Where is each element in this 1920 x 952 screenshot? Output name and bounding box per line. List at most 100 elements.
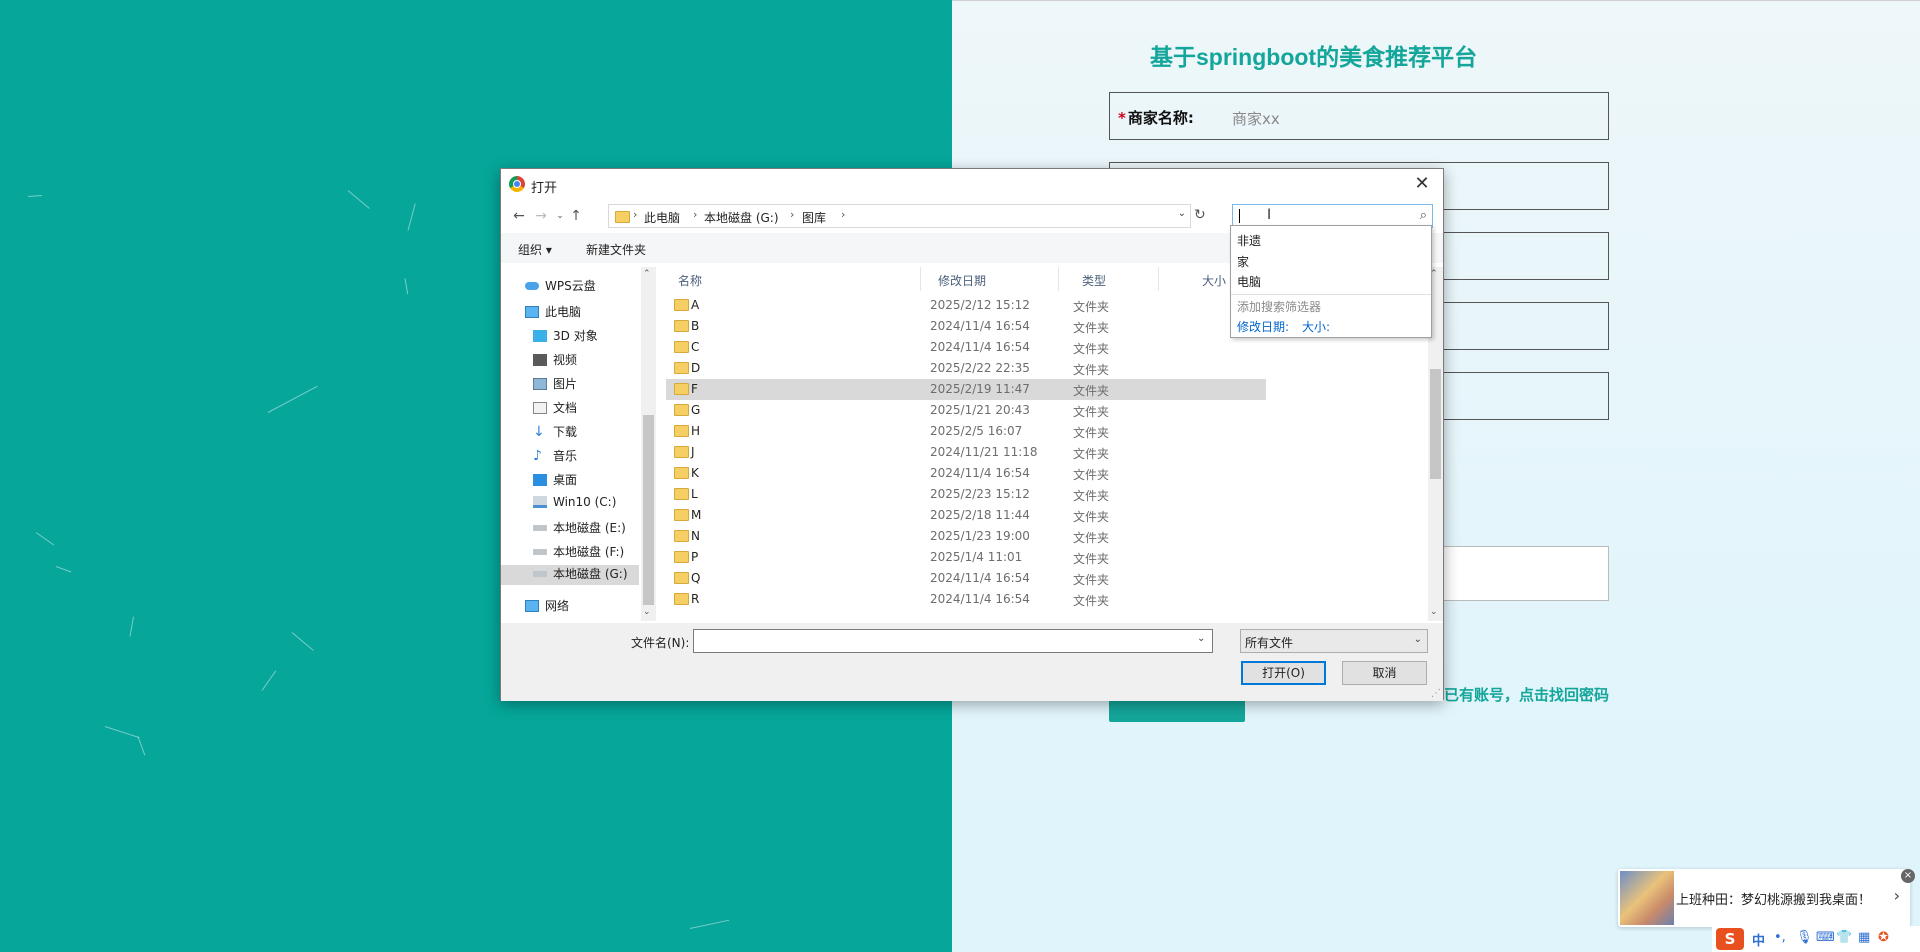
new-folder-button[interactable]: 新建文件夹 <box>586 241 646 258</box>
sogou-logo-icon[interactable]: S <box>1716 928 1744 950</box>
table-row[interactable]: A 2025/2/12 15:12 文件夹 <box>666 295 1266 316</box>
picture-icon <box>533 378 547 390</box>
back-arrow-icon[interactable]: ← <box>510 207 528 225</box>
suggestion-item[interactable]: 家 <box>1237 253 1249 270</box>
column-divider[interactable] <box>1058 267 1059 291</box>
address-bar[interactable]: › 此电脑 › 本地磁盘 (G:) › 图库 › ⌄ <box>608 204 1191 228</box>
nav-item-network[interactable]: 网络 <box>525 597 569 617</box>
table-row[interactable]: M 2025/2/18 11:44 文件夹 <box>666 505 1266 526</box>
open-button[interactable]: 打开(O) <box>1241 661 1326 685</box>
suggestion-item[interactable]: 电脑 <box>1237 273 1261 290</box>
chevron-right-icon[interactable]: › <box>841 208 845 221</box>
table-row[interactable]: K 2024/11/4 16:54 文件夹 <box>666 463 1266 484</box>
file-name: M <box>691 508 702 522</box>
chevron-down-icon[interactable]: ⌄ <box>643 607 651 617</box>
nav-item-drive-f[interactable]: 本地磁盘 (F:) <box>533 543 624 563</box>
table-row[interactable]: D 2025/2/22 22:35 文件夹 <box>666 358 1266 379</box>
search-icon[interactable]: ⌕ <box>1420 208 1427 223</box>
nav-item-3d-objects[interactable]: 3D 对象 <box>533 327 598 347</box>
table-row[interactable]: F 2025/2/19 11:47 文件夹 <box>666 379 1266 400</box>
ime-language-toggle[interactable]: 中 <box>1752 930 1765 949</box>
file-name: F <box>691 382 698 396</box>
ime-toolbar: S 中 •, 🎙 ⌨ 👕 ▦ ✪ <box>1712 926 1920 952</box>
table-row[interactable]: P 2025/1/4 11:01 文件夹 <box>666 547 1266 568</box>
breadcrumb-this-pc[interactable]: 此电脑 <box>644 209 680 226</box>
merchant-name-value: 商家xx <box>1232 110 1280 128</box>
filter-size-link[interactable]: 大小: <box>1302 318 1330 335</box>
chevron-right-icon[interactable]: › <box>1894 886 1900 905</box>
dialog-footer: 文件名(N): ⌄ 所有文件 ⌄ 打开(O) 取消 ⋰ <box>501 623 1443 701</box>
video-icon <box>533 354 547 366</box>
nav-item-drive-e[interactable]: 本地磁盘 (E:) <box>533 519 626 539</box>
close-icon[interactable]: ✕ <box>1409 172 1435 196</box>
file-modified: 2024/11/21 11:18 <box>930 445 1038 459</box>
more-icon[interactable]: ✪ <box>1878 930 1889 945</box>
suggestion-divider <box>1231 294 1431 295</box>
punctuation-icon[interactable]: •, <box>1774 930 1786 945</box>
nav-scrollbar-thumb[interactable] <box>643 415 654 605</box>
find-password-link[interactable]: 已有账号，点击找回密码 <box>1444 684 1609 705</box>
column-modified[interactable]: 修改日期 <box>938 272 986 289</box>
chevron-down-icon[interactable]: ⌄ <box>1178 208 1186 219</box>
column-divider[interactable] <box>1158 267 1159 291</box>
table-row[interactable]: B 2024/11/4 16:54 文件夹 <box>666 316 1266 337</box>
file-type: 文件夹 <box>1073 552 1110 566</box>
organize-button[interactable]: 组织 ▾ <box>518 241 552 258</box>
merchant-name-field[interactable]: * 商家名称: 商家xx <box>1109 92 1609 140</box>
chevron-up-icon[interactable]: ⌃ <box>643 269 651 279</box>
chevron-down-icon[interactable]: ⌄ <box>1430 607 1438 617</box>
notification-toast[interactable]: 上班种田：梦幻桃源搬到我桌面！ › <box>1618 869 1910 927</box>
column-divider[interactable] <box>920 267 921 291</box>
table-row[interactable]: H 2025/2/5 16:07 文件夹 <box>666 421 1266 442</box>
up-arrow-icon[interactable]: ↑ <box>567 207 585 225</box>
decorative-streak <box>261 670 277 691</box>
nav-item-documents[interactable]: 文档 <box>533 399 577 419</box>
nav-item-desktop[interactable]: 桌面 <box>533 471 577 491</box>
merchant-name-label: * 商家名称: <box>1118 107 1194 128</box>
table-row[interactable]: G 2025/1/21 20:43 文件夹 <box>666 400 1266 421</box>
skin-icon[interactable]: 👕 <box>1836 930 1852 945</box>
table-row[interactable]: N 2025/1/23 19:00 文件夹 <box>666 526 1266 547</box>
dialog-titlebar[interactable]: 打开 ✕ <box>501 169 1443 199</box>
nav-item-music[interactable]: ♪ 音乐 <box>533 447 577 467</box>
table-row[interactable]: J 2024/11/21 11:18 文件夹 <box>666 442 1266 463</box>
toolbox-icon[interactable]: ▦ <box>1858 930 1870 945</box>
nav-item-wps-cloud[interactable]: WPS云盘 <box>525 277 596 297</box>
resize-grip-icon[interactable]: ⋰ <box>1431 688 1441 699</box>
refresh-icon[interactable]: ↻ <box>1194 207 1206 223</box>
forward-arrow-icon[interactable]: → <box>532 207 550 225</box>
keyboard-icon[interactable]: ⌨ <box>1816 930 1835 945</box>
nav-item-label: 3D 对象 <box>553 329 598 343</box>
cube-icon <box>533 330 547 342</box>
filter-modified-link[interactable]: 修改日期: <box>1237 318 1289 335</box>
file-name: B <box>691 319 700 333</box>
breadcrumb-drive-g[interactable]: 本地磁盘 (G:) <box>704 209 779 226</box>
close-icon[interactable]: × <box>1901 869 1915 883</box>
cancel-button[interactable]: 取消 <box>1342 661 1427 685</box>
column-type[interactable]: 类型 <box>1082 272 1106 289</box>
nav-item-this-pc[interactable]: 此电脑 <box>525 303 581 323</box>
nav-item-pictures[interactable]: 图片 <box>533 375 577 395</box>
table-row[interactable]: R 2024/11/4 16:54 文件夹 <box>666 589 1266 610</box>
filename-input[interactable] <box>693 629 1213 653</box>
file-name: Q <box>691 571 701 585</box>
nav-item-videos[interactable]: 视频 <box>533 351 577 371</box>
nav-item-downloads[interactable]: ↓ 下载 <box>533 423 577 443</box>
file-type: 文件夹 <box>1073 426 1110 440</box>
decorative-streak <box>407 203 416 231</box>
microphone-icon[interactable]: 🎙 <box>1796 930 1813 945</box>
file-list-scrollbar-thumb[interactable] <box>1430 369 1441 479</box>
column-name[interactable]: 名称 <box>678 272 702 289</box>
table-row[interactable]: C 2024/11/4 16:54 文件夹 <box>666 337 1266 358</box>
filetype-select[interactable]: 所有文件 ⌄ <box>1240 629 1428 653</box>
suggestion-item[interactable]: 非遗 <box>1237 232 1261 249</box>
nav-item-drive-c[interactable]: Win10 (C:) <box>533 495 616 515</box>
nav-item-drive-g[interactable]: 本地磁盘 (G:) <box>501 565 639 585</box>
file-modified: 2025/2/19 11:47 <box>930 382 1030 396</box>
chevron-right-icon[interactable]: › <box>790 208 794 221</box>
table-row[interactable]: Q 2024/11/4 16:54 文件夹 <box>666 568 1266 589</box>
breadcrumb-gallery[interactable]: 图库 <box>802 209 826 226</box>
chevron-right-icon[interactable]: › <box>693 208 697 221</box>
table-row[interactable]: L 2025/2/23 15:12 文件夹 <box>666 484 1266 505</box>
column-size[interactable]: 大小 <box>1202 272 1226 289</box>
